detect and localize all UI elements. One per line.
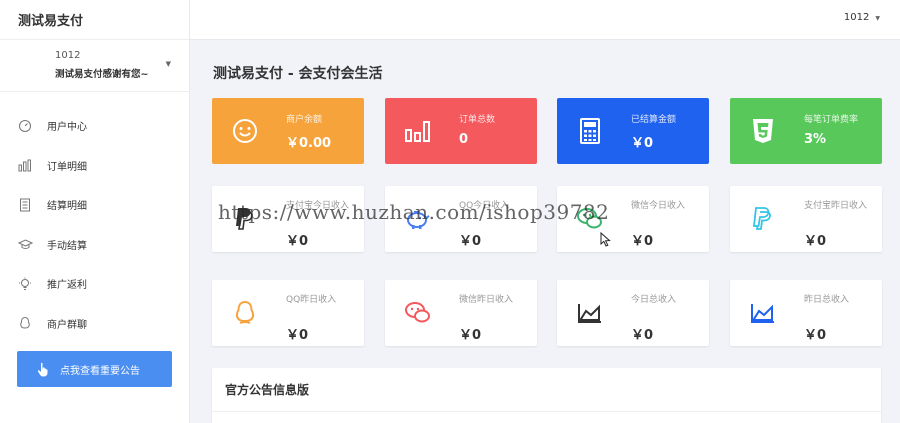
- lightbulb-icon: [17, 276, 33, 292]
- qq-icon: [17, 315, 33, 331]
- income-card-alipay-yesterday[interactable]: 支付宝昨日收入 ￥0: [730, 186, 882, 252]
- income-value: ￥0: [804, 328, 827, 343]
- sidebar-item-label: 推广返利: [47, 280, 87, 292]
- income-label: 昨日总收入: [804, 295, 850, 305]
- sidebar-item-referral[interactable]: 推广返利: [0, 264, 189, 304]
- view-announcement-button[interactable]: 点我查看重要公告: [17, 351, 172, 387]
- announcement-panel: 官方公告信息版: [212, 368, 881, 423]
- sidebar-item-label: 订单明细: [47, 161, 87, 173]
- stat-card-settled[interactable]: 已结算金额 ￥0: [557, 98, 709, 164]
- bar-chart-icon: [403, 116, 433, 146]
- income-value: ￥0: [631, 328, 654, 343]
- page-title: 测试易支付 - 会支付会生活: [213, 66, 383, 82]
- smile-icon: [230, 116, 260, 146]
- stat-label: 已结算金额: [631, 115, 677, 125]
- css3-icon: [748, 116, 778, 146]
- income-card-qq-yesterday[interactable]: QQ昨日收入 ￥0: [212, 280, 364, 346]
- income-label: 微信昨日收入: [459, 295, 514, 305]
- stat-card-balance[interactable]: 商户余额 ￥0.00: [212, 98, 364, 164]
- income-value: ￥0: [286, 328, 309, 343]
- graduation-cap-icon: [17, 236, 33, 252]
- announcement-button-label: 点我查看重要公告: [60, 365, 140, 377]
- calculator-icon: [575, 116, 605, 146]
- hand-pointer-icon: [37, 362, 50, 377]
- income-value: ￥0: [459, 328, 482, 343]
- income-label: 支付宝昨日收入: [804, 201, 868, 211]
- sidebar: 测试易支付 1012 测试易支付感谢有您~ ▼ 用户中心 订单明细 结算明细 手…: [0, 0, 190, 423]
- stat-card-fee-rate[interactable]: 每笔订单费率 3%: [730, 98, 882, 164]
- qq-icon: [230, 298, 260, 328]
- bar-chart-icon: [17, 157, 33, 173]
- sidebar-item-settlement-details[interactable]: 结算明细: [0, 185, 189, 225]
- sidebar-item-user-center[interactable]: 用户中心: [0, 106, 189, 146]
- mouse-pointer-icon: [600, 231, 611, 251]
- sidebar-item-label: 结算明细: [47, 201, 87, 213]
- income-value: ￥0: [286, 234, 309, 249]
- area-chart-icon: [748, 298, 778, 328]
- income-label: 微信今日收入: [631, 201, 686, 211]
- account-menu[interactable]: 1012 ▼: [844, 12, 880, 23]
- sidebar-item-order-details[interactable]: 订单明细: [0, 146, 189, 186]
- sidebar-menu: 用户中心 订单明细 结算明细 手动结算 推广返利 商户群聊: [0, 106, 189, 343]
- stat-label: 商户余额: [286, 115, 323, 125]
- wechat-icon: [403, 298, 433, 328]
- income-card-wechat-yesterday[interactable]: 微信昨日收入 ￥0: [385, 280, 537, 346]
- ledger-icon: [17, 197, 33, 213]
- stat-value: ￥0: [631, 136, 654, 151]
- top-bar: 1012 ▼: [190, 0, 900, 40]
- stat-value: 3%: [804, 132, 827, 147]
- app-brand[interactable]: 测试易支付: [0, 0, 189, 40]
- income-label: QQ昨日收入: [286, 295, 337, 305]
- user-greeting: 测试易支付感谢有您~: [55, 69, 149, 80]
- stat-label: 每笔订单费率: [804, 115, 859, 125]
- sidebar-item-manual-settlement[interactable]: 手动结算: [0, 225, 189, 265]
- watermark: https://www.huzhan.com/ishop39782: [218, 200, 610, 224]
- income-value: ￥0: [804, 234, 827, 249]
- sidebar-item-label: 商户群聊: [47, 319, 87, 331]
- income-value: ￥0: [631, 234, 654, 249]
- income-card-total-yesterday[interactable]: 昨日总收入 ￥0: [730, 280, 882, 346]
- user-profile[interactable]: 1012 测试易支付感谢有您~ ▼: [0, 40, 189, 92]
- account-id: 1012: [843, 12, 870, 23]
- sidebar-item-label: 用户中心: [47, 122, 87, 134]
- paypal-icon: [748, 204, 778, 234]
- stat-card-orders[interactable]: 订单总数 0: [385, 98, 537, 164]
- stat-value: ￥0.00: [286, 136, 332, 151]
- area-chart-icon: [575, 298, 605, 328]
- income-label: 今日总收入: [631, 295, 677, 305]
- stat-value: 0: [459, 132, 469, 147]
- sidebar-item-label: 手动结算: [47, 240, 87, 252]
- sidebar-item-merchant-chat[interactable]: 商户群聊: [0, 304, 189, 344]
- income-card-total-today[interactable]: 今日总收入 ￥0: [557, 280, 709, 346]
- caret-down-icon: ▼: [875, 15, 880, 22]
- chevron-down-icon[interactable]: ▼: [166, 60, 171, 68]
- announcement-panel-title: 官方公告信息版: [212, 368, 881, 412]
- income-value: ￥0: [459, 234, 482, 249]
- stat-label: 订单总数: [459, 115, 496, 125]
- dashboard-icon: [17, 118, 33, 134]
